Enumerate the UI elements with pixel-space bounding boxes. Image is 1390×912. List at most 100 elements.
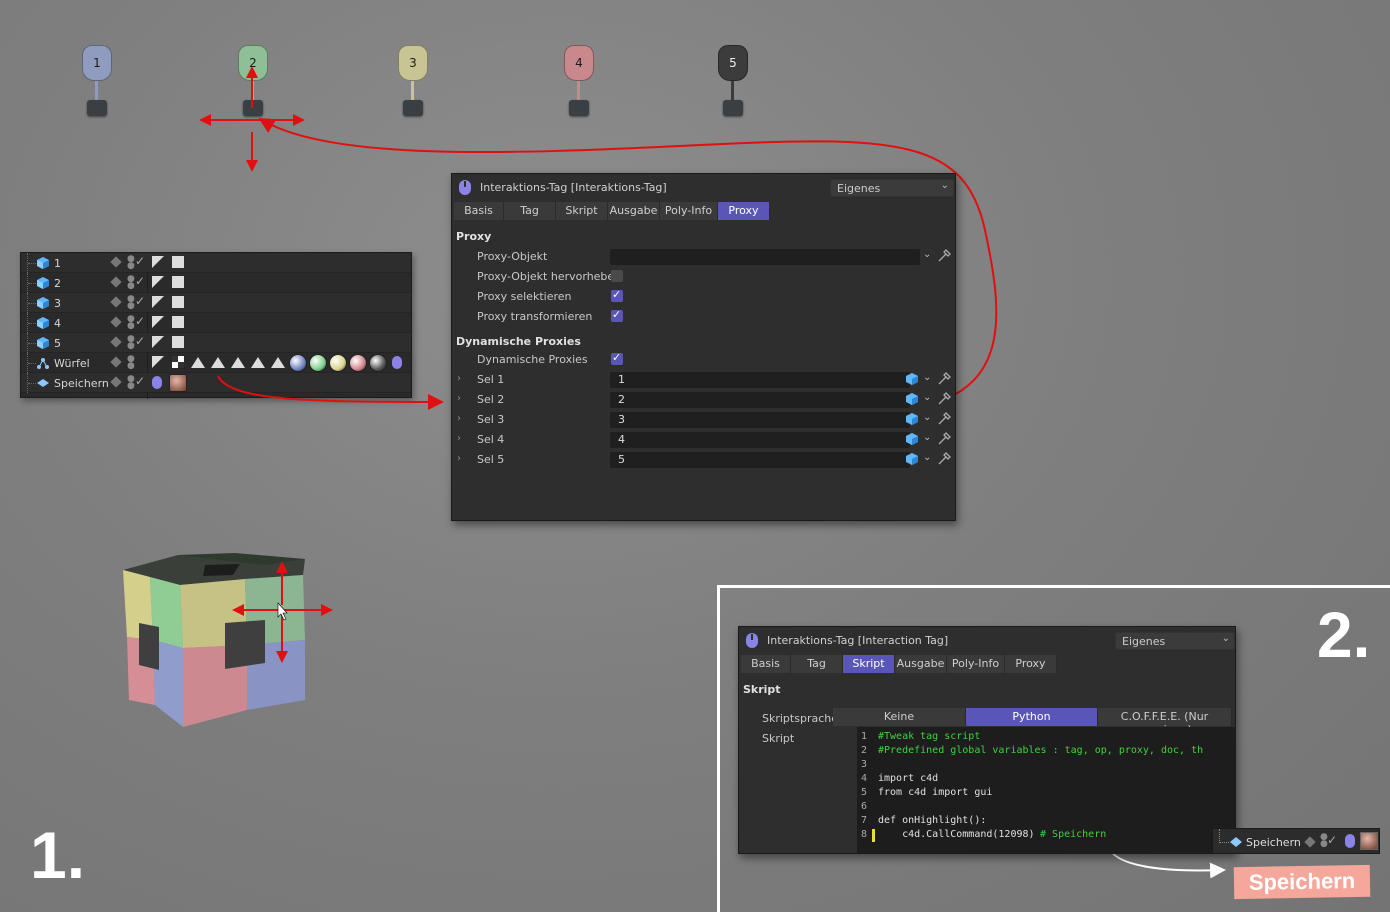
tab-skript[interactable]: Skript <box>556 202 608 220</box>
check-icon[interactable]: ✓ <box>135 254 145 268</box>
protection-tag-icon[interactable] <box>152 276 164 288</box>
display-tag-icon[interactable] <box>172 296 184 308</box>
proxy-object-field[interactable] <box>610 249 920 265</box>
mouse-tag-icon[interactable] <box>152 376 162 389</box>
viewport-cube[interactable] <box>115 545 365 735</box>
picker-icon[interactable] <box>937 372 951 386</box>
chevron-down-icon[interactable]: ⌄ <box>923 412 931 423</box>
selection-value-field[interactable]: 3 <box>610 412 910 428</box>
object-row[interactable]: 5 ● ● ✓ <box>21 333 411 353</box>
selection-value-field[interactable]: 4 <box>610 432 910 448</box>
selection-tag-icon[interactable] <box>231 357 245 368</box>
proxy-transform-checkbox[interactable] <box>611 308 623 322</box>
tab-proxy[interactable]: Proxy <box>1005 655 1057 673</box>
expand-arrow-icon[interactable]: › <box>457 453 461 464</box>
material-tag-icon[interactable] <box>369 354 387 372</box>
mouse-tag-icon[interactable] <box>392 356 402 369</box>
layer-icon[interactable] <box>110 256 122 268</box>
marker-3[interactable]: 3 <box>396 45 436 125</box>
check-icon[interactable]: ✓ <box>135 334 145 348</box>
speichern-object-row[interactable]: Speichern ● ● ✓ <box>1212 828 1380 854</box>
picker-icon[interactable] <box>937 452 951 466</box>
layer-icon[interactable] <box>1304 836 1316 848</box>
material-tag-icon[interactable] <box>349 354 367 372</box>
object-row[interactable]: 2 ● ● ✓ <box>21 273 411 293</box>
tab-skript[interactable]: Skript <box>843 655 895 673</box>
layer-icon[interactable] <box>110 376 122 388</box>
tab-tag[interactable]: Tag <box>791 655 843 673</box>
visibility-dots-icon[interactable]: ● ● <box>127 335 135 351</box>
mode-dropdown[interactable]: Eigenes ⌄ <box>1115 632 1235 650</box>
chevron-down-icon[interactable]: ⌄ <box>923 432 931 443</box>
material-tag-icon[interactable] <box>1360 832 1378 850</box>
tab-polyinfo[interactable]: Poly-Info <box>947 655 1005 673</box>
mouse-tag-icon[interactable] <box>1345 834 1355 848</box>
protection-tag-icon[interactable] <box>152 296 164 308</box>
object-row[interactable]: Speichern ● ● ✓ <box>21 373 411 393</box>
proxy-select-checkbox[interactable] <box>611 288 623 302</box>
mode-dropdown[interactable]: Eigenes ⌄ <box>830 179 954 197</box>
script-editor[interactable]: 1 #Tweak tag script 2 #Predefined global va… <box>857 727 1235 853</box>
material-tag-icon[interactable] <box>329 354 347 372</box>
tab-ausgabe[interactable]: Ausgabe <box>608 202 660 220</box>
selection-value-field[interactable]: 2 <box>610 392 910 408</box>
chevron-down-icon[interactable]: ⌄ <box>923 249 931 260</box>
chevron-down-icon[interactable]: ⌄ <box>923 372 931 383</box>
script-language-option[interactable]: Keine <box>833 708 966 726</box>
protection-tag-icon[interactable] <box>152 336 164 348</box>
marker-5[interactable]: 5 <box>716 45 756 125</box>
expand-arrow-icon[interactable]: › <box>457 413 461 424</box>
display-tag-icon[interactable] <box>172 316 184 328</box>
check-icon[interactable]: ✓ <box>1327 833 1337 847</box>
check-icon[interactable]: ✓ <box>135 294 145 308</box>
tab-proxy[interactable]: Proxy <box>718 202 770 220</box>
selection-tag-icon[interactable] <box>251 357 265 368</box>
marker-1[interactable]: 1 <box>80 45 120 125</box>
picker-icon[interactable] <box>937 249 951 263</box>
tab-basis[interactable]: Basis <box>741 655 791 673</box>
selection-value-field[interactable]: 5 <box>610 452 910 468</box>
protection-tag-icon[interactable] <box>152 356 164 368</box>
material-tag-icon[interactable] <box>309 354 327 372</box>
visibility-dots-icon[interactable]: ● ● <box>127 255 135 271</box>
tab-tag[interactable]: Tag <box>504 202 556 220</box>
object-row[interactable]: Würfel ● ● <box>21 353 411 373</box>
material-tag-icon[interactable] <box>289 354 307 372</box>
expand-arrow-icon[interactable]: › <box>457 373 461 384</box>
script-language-option[interactable]: C.O.F.F.E.E. (Nur anzeigen) <box>1098 708 1232 736</box>
object-row[interactable]: 4 ● ● ✓ <box>21 313 411 333</box>
check-icon[interactable]: ✓ <box>135 374 145 388</box>
visibility-dots-icon[interactable]: ● ● <box>127 315 135 331</box>
picker-icon[interactable] <box>937 392 951 406</box>
visibility-dots-icon[interactable]: ● ● <box>127 295 135 311</box>
proxy-highlight-checkbox[interactable] <box>611 270 623 282</box>
expand-arrow-icon[interactable]: › <box>457 393 461 404</box>
move-gizmo-marker[interactable] <box>195 60 315 175</box>
object-row[interactable]: 1 ● ● ✓ <box>21 253 411 273</box>
selection-value-field[interactable]: 1 <box>610 372 910 388</box>
tab-ausgabe[interactable]: Ausgabe <box>895 655 947 673</box>
protection-tag-icon[interactable] <box>152 316 164 328</box>
picker-icon[interactable] <box>937 412 951 426</box>
layer-icon[interactable] <box>110 316 122 328</box>
dynamic-proxies-checkbox[interactable] <box>611 351 623 365</box>
check-icon[interactable]: ✓ <box>135 274 145 288</box>
selection-tag-icon[interactable] <box>271 357 285 368</box>
visibility-dots-icon[interactable]: ● ● <box>127 375 135 391</box>
layer-icon[interactable] <box>110 296 122 308</box>
display-tag-icon[interactable] <box>172 336 184 348</box>
protection-tag-icon[interactable] <box>152 256 164 268</box>
chevron-down-icon[interactable]: ⌄ <box>923 392 931 403</box>
object-row[interactable]: 3 ● ● ✓ <box>21 293 411 313</box>
selection-tag-icon[interactable] <box>191 357 205 368</box>
marker-4[interactable]: 4 <box>562 45 602 125</box>
layer-icon[interactable] <box>110 276 122 288</box>
expand-arrow-icon[interactable]: › <box>457 433 461 444</box>
selection-tag-icon[interactable] <box>211 357 225 368</box>
visibility-dots-icon[interactable]: ● ● <box>127 355 135 371</box>
display-tag-icon[interactable] <box>172 256 184 268</box>
tab-basis[interactable]: Basis <box>454 202 504 220</box>
picker-icon[interactable] <box>937 432 951 446</box>
check-icon[interactable]: ✓ <box>135 314 145 328</box>
display-tag-icon[interactable] <box>172 276 184 288</box>
